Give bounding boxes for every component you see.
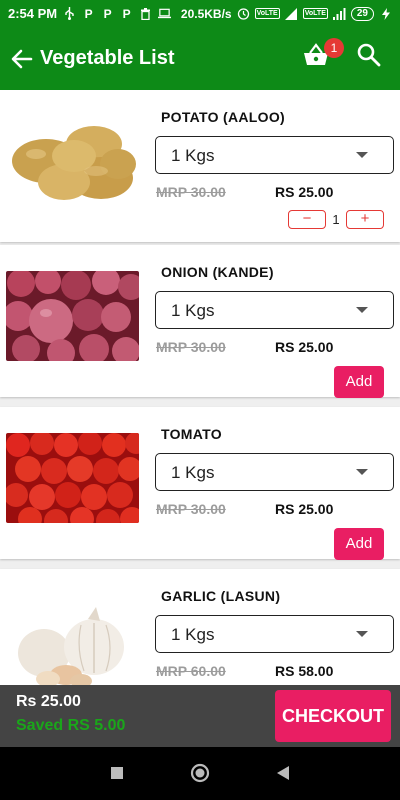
battery-level: 29 bbox=[350, 6, 374, 21]
product-card-potato: POTATO (AALOO) 1 Kgs MRP 30.00 RS 25.00 … bbox=[0, 90, 400, 242]
decrement-button[interactable]: − bbox=[288, 209, 326, 229]
product-name: TOMATO bbox=[161, 426, 222, 442]
system-nav-bar bbox=[0, 747, 400, 800]
quantity-stepper: − 1 + bbox=[288, 208, 384, 230]
unit-value: 1 Kgs bbox=[171, 301, 215, 320]
signal-icon bbox=[284, 7, 298, 20]
sale-price: RS 25.00 bbox=[275, 184, 334, 200]
product-name: ONION (KANDE) bbox=[161, 264, 274, 280]
signal-icon bbox=[332, 7, 346, 20]
network-speed: 20.5KB/s bbox=[180, 6, 232, 21]
back-button[interactable] bbox=[4, 39, 40, 79]
paytm-p-icon: P bbox=[122, 6, 131, 21]
mrp-price: MRP 30.00 bbox=[156, 501, 226, 517]
saved-amount: Saved RS 5.00 bbox=[16, 717, 126, 734]
mrp-price: MRP 60.00 bbox=[156, 663, 226, 679]
square-icon bbox=[111, 767, 123, 779]
unit-dropdown[interactable]: 1 Kgs bbox=[155, 291, 394, 329]
home-button[interactable] bbox=[185, 761, 215, 785]
sale-price: RS 25.00 bbox=[275, 501, 334, 517]
product-image-tomato bbox=[6, 433, 139, 523]
dropdown-arrow-icon bbox=[356, 631, 368, 637]
product-image-onion bbox=[6, 271, 139, 361]
screen: 2:54 PM P P P 20.5KB/s VoLTE VoLTE 29 Ve… bbox=[0, 0, 400, 800]
unit-dropdown[interactable]: 1 Kgs bbox=[155, 453, 394, 491]
unit-dropdown[interactable]: 1 Kgs bbox=[155, 615, 394, 653]
arrow-left-icon bbox=[11, 49, 33, 68]
cart-total: Rs 25.00 bbox=[16, 693, 81, 710]
product-card-tomato: TOMATO 1 Kgs MRP 30.00 RS 25.00 Add bbox=[0, 407, 400, 560]
search-icon bbox=[357, 43, 381, 67]
sale-price: RS 58.00 bbox=[275, 663, 334, 679]
cart-count-badge: 1 bbox=[324, 38, 344, 58]
checkout-button[interactable]: CHECKOUT bbox=[275, 690, 391, 742]
app-bar: Vegetable List 1 bbox=[0, 27, 400, 90]
dropdown-arrow-icon bbox=[356, 152, 368, 158]
alarm-icon bbox=[237, 7, 250, 20]
product-list: POTATO (AALOO) 1 Kgs MRP 30.00 RS 25.00 … bbox=[0, 90, 400, 685]
volte-badge: VoLTE bbox=[302, 8, 328, 19]
recents-button[interactable] bbox=[102, 761, 132, 785]
product-name: POTATO (AALOO) bbox=[161, 109, 285, 125]
charging-icon bbox=[379, 7, 392, 20]
triangle-back-icon bbox=[277, 766, 289, 780]
product-card-garlic: GARLIC (LASUN) 1 Kgs MRP 60.00 RS 58.00 bbox=[0, 569, 400, 685]
product-image-garlic bbox=[6, 603, 139, 685]
back-nav-button[interactable] bbox=[268, 761, 298, 785]
unit-value: 1 Kgs bbox=[171, 625, 215, 644]
add-button[interactable]: Add bbox=[334, 528, 384, 560]
search-button[interactable] bbox=[356, 42, 384, 72]
quantity-value: 1 bbox=[332, 211, 340, 227]
usb-icon bbox=[63, 7, 76, 20]
unit-value: 1 Kgs bbox=[171, 146, 215, 165]
paytm-p-icon: P bbox=[103, 6, 112, 21]
trash-icon bbox=[139, 7, 152, 20]
increment-button[interactable]: + bbox=[346, 209, 384, 229]
dropdown-arrow-icon bbox=[356, 469, 368, 475]
add-button[interactable]: Add bbox=[334, 366, 384, 398]
product-image-potato bbox=[6, 116, 139, 206]
status-bar: 2:54 PM P P P 20.5KB/s VoLTE VoLTE 29 bbox=[0, 0, 400, 27]
dropdown-arrow-icon bbox=[356, 307, 368, 313]
product-name: GARLIC (LASUN) bbox=[161, 588, 281, 604]
unit-value: 1 Kgs bbox=[171, 463, 215, 482]
cart-summary-bar: Rs 25.00 Saved RS 5.00 CHECKOUT bbox=[0, 685, 400, 747]
sale-price: RS 25.00 bbox=[275, 339, 334, 355]
unit-dropdown[interactable]: 1 Kgs bbox=[155, 136, 394, 174]
mrp-price: MRP 30.00 bbox=[156, 339, 226, 355]
product-card-onion: ONION (KANDE) 1 Kgs MRP 30.00 RS 25.00 A… bbox=[0, 245, 400, 398]
volte-badge: VoLTE bbox=[254, 8, 280, 19]
laptop-icon bbox=[158, 7, 172, 20]
status-time: 2:54 PM bbox=[8, 6, 58, 21]
circle-icon bbox=[190, 763, 210, 783]
paytm-p-icon: P bbox=[84, 6, 93, 21]
page-title: Vegetable List bbox=[40, 47, 175, 69]
mrp-price: MRP 30.00 bbox=[156, 184, 226, 200]
